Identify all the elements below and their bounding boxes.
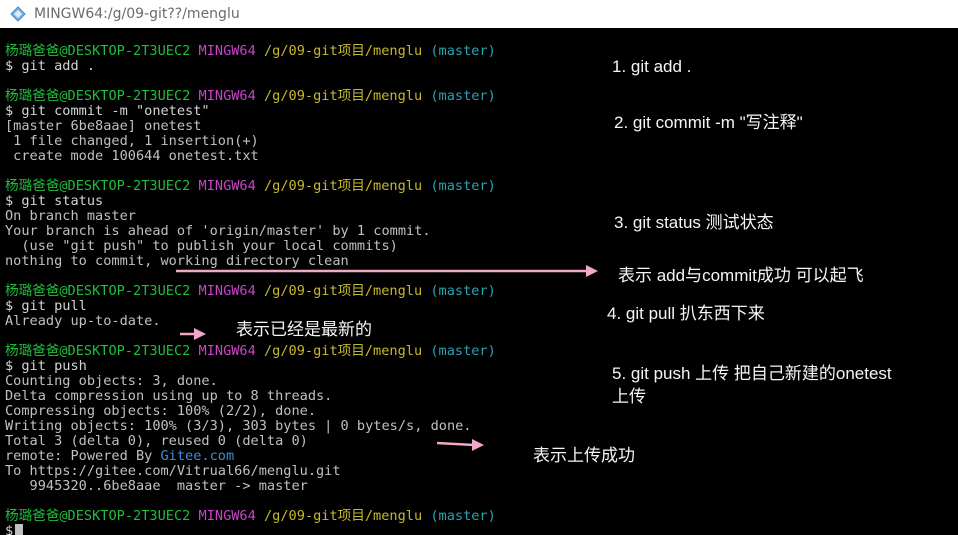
- output-line: remote: Powered By Gitee.com: [5, 449, 496, 464]
- prompt-path: /g/09-git项目/menglu: [264, 343, 423, 359]
- prompt-line: 杨璐爸爸@DESKTOP-2T3UEC2 MINGW64 /g/09-git项目…: [5, 44, 496, 59]
- prompt-line: 杨璐爸爸@DESKTOP-2T3UEC2 MINGW64 /g/09-git项目…: [5, 344, 496, 359]
- prompt-user: 杨璐爸爸@DESKTOP-2T3UEC2: [5, 88, 191, 104]
- prompt-path: /g/09-git项目/menglu: [264, 88, 423, 104]
- prompt-system: MINGW64: [198, 343, 256, 359]
- annotation-commit: 2. git commit -m "写注释": [614, 113, 803, 132]
- window-title: MINGW64:/g/09-git??/menglu: [34, 6, 240, 22]
- prompt-system: MINGW64: [198, 178, 256, 194]
- gitee-link[interactable]: Gitee.com: [161, 448, 235, 464]
- output-line: nothing to commit, working directory cle…: [5, 253, 349, 269]
- annotation-add: 1. git add .: [612, 57, 692, 76]
- annotation-push-line2: 上传: [612, 387, 646, 406]
- prompt-branch: (master): [430, 178, 496, 194]
- title-bar: MINGW64:/g/09-git??/menglu: [0, 0, 958, 28]
- prompt-user: 杨璐爸爸@DESKTOP-2T3UEC2: [5, 508, 191, 524]
- prompt-branch: (master): [430, 343, 496, 359]
- terminal-window: MINGW64:/g/09-git??/menglu 杨璐爸爸@DESKTOP-…: [0, 0, 958, 535]
- prompt-path: /g/09-git项目/menglu: [264, 283, 423, 299]
- prompt-line: 杨璐爸爸@DESKTOP-2T3UEC2 MINGW64 /g/09-git项目…: [5, 179, 496, 194]
- prompt-system: MINGW64: [198, 88, 256, 104]
- final-prompt-symbol: $: [5, 523, 14, 535]
- output-line: 9945320..6be8aae master -> master: [5, 478, 308, 494]
- prompt-system: MINGW64: [198, 508, 256, 524]
- text-cursor: [15, 524, 24, 535]
- prompt-user: 杨璐爸爸@DESKTOP-2T3UEC2: [5, 43, 191, 59]
- annotation-pull: 4. git pull 扒东西下来: [607, 304, 765, 323]
- command-line: $ git pull: [5, 298, 87, 314]
- command-line: $ git push: [5, 358, 87, 374]
- prompt-system: MINGW64: [198, 283, 256, 299]
- output-line: Total 3 (delta 0), reused 0 (delta 0): [5, 433, 308, 449]
- prompt-user: 杨璐爸爸@DESKTOP-2T3UEC2: [5, 178, 191, 194]
- annotation-pull-result: 表示已经是最新的: [236, 320, 372, 339]
- command-line: $ git add .: [5, 58, 96, 74]
- output-line: (use "git push" to publish your local co…: [5, 238, 398, 254]
- prompt-system: MINGW64: [198, 43, 256, 59]
- command-line: $ git status: [5, 193, 104, 209]
- input-line[interactable]: $: [5, 524, 496, 535]
- annotation-push: 5. git push 上传 把自己新建的onetest: [612, 364, 892, 383]
- output-line: 1 file changed, 1 insertion(+): [5, 133, 259, 149]
- annotation-status: 3. git status 测试状态: [614, 213, 774, 232]
- prompt-path: /g/09-git项目/menglu: [264, 178, 423, 194]
- prompt-user: 杨璐爸爸@DESKTOP-2T3UEC2: [5, 283, 191, 299]
- annotation-status-result: 表示 add与commit成功 可以起飞: [618, 266, 864, 285]
- annotation-push-result: 表示上传成功: [533, 446, 635, 465]
- terminal-output[interactable]: 杨璐爸爸@DESKTOP-2T3UEC2 MINGW64 /g/09-git项目…: [5, 44, 496, 535]
- prompt-path: /g/09-git项目/menglu: [264, 43, 423, 59]
- prompt-line: 杨璐爸爸@DESKTOP-2T3UEC2 MINGW64 /g/09-git项目…: [5, 89, 496, 104]
- output-line: create mode 100644 onetest.txt: [5, 148, 259, 164]
- prompt-line: 杨璐爸爸@DESKTOP-2T3UEC2 MINGW64 /g/09-git项目…: [5, 284, 496, 299]
- prompt-user: 杨璐爸爸@DESKTOP-2T3UEC2: [5, 343, 191, 359]
- output-line: Counting objects: 3, done.: [5, 373, 218, 389]
- output-line: [master 6be8aae] onetest: [5, 118, 202, 134]
- prompt-branch: (master): [430, 43, 496, 59]
- git-bash-icon: [10, 6, 26, 22]
- prompt-line: 杨璐爸爸@DESKTOP-2T3UEC2 MINGW64 /g/09-git项目…: [5, 509, 496, 524]
- prompt-branch: (master): [430, 88, 496, 104]
- output-line: On branch master: [5, 208, 136, 224]
- output-line: Your branch is ahead of 'origin/master' …: [5, 223, 431, 239]
- output-line: Writing objects: 100% (3/3), 303 bytes |…: [5, 418, 472, 434]
- output-line: To https://gitee.com/Vitrual66/menglu.gi…: [5, 463, 341, 479]
- prompt-branch: (master): [430, 283, 496, 299]
- command-line: $ git commit -m "onetest": [5, 103, 210, 119]
- output-line: Compressing objects: 100% (2/2), done.: [5, 403, 316, 419]
- prompt-path: /g/09-git项目/menglu: [264, 508, 423, 524]
- output-line: Delta compression using up to 8 threads.: [5, 388, 333, 404]
- prompt-branch: (master): [430, 508, 496, 524]
- remote-prefix: remote: Powered By: [5, 448, 161, 464]
